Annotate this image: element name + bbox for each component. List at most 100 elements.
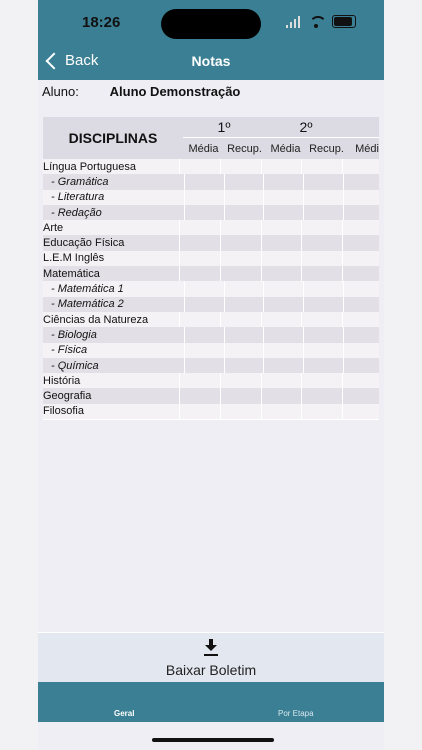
grade-cell <box>260 311 302 328</box>
table-row: Arte <box>43 220 379 236</box>
grade-cell <box>343 204 379 221</box>
grade-cell <box>263 204 303 221</box>
grade-cell <box>260 403 302 420</box>
grade-cell <box>303 327 343 343</box>
subject-name: Geografia <box>43 390 92 403</box>
grade-cell <box>178 235 220 251</box>
grade-cell <box>342 403 379 420</box>
subject-name: Educação Física <box>43 237 125 250</box>
grade-cell <box>219 220 261 236</box>
grade-cell <box>183 189 224 205</box>
subject-name: L.E.M Inglês <box>43 252 105 265</box>
table-row: Filosofia <box>43 403 379 420</box>
grade-cell <box>342 373 379 389</box>
subject-name: Arte <box>43 221 64 234</box>
subject-name: Língua Portuguesa <box>43 160 136 173</box>
grade-cell <box>219 235 261 251</box>
grades-table: DISCIPLINAS 1º 2º Média Recup. Média Rec… <box>43 117 379 420</box>
home-indicator <box>152 738 274 742</box>
grade-cell <box>260 220 302 236</box>
battery-icon <box>332 15 356 28</box>
grade-cell <box>263 342 303 358</box>
grade-cell <box>301 388 342 404</box>
grade-cell <box>342 311 379 328</box>
grade-cell <box>343 357 379 374</box>
grade-cell <box>223 204 264 221</box>
dynamic-island <box>161 9 261 39</box>
grade-cell <box>219 250 261 267</box>
grade-cell <box>301 159 342 175</box>
grade-cell <box>342 235 379 251</box>
grade-cell <box>342 266 379 282</box>
status-icons <box>286 15 356 28</box>
subject-name: - Matemática 1 <box>51 283 124 296</box>
grade-cell <box>219 266 261 282</box>
table-row: - Gramática <box>43 174 379 190</box>
subheader-media-2: Média <box>265 137 307 160</box>
subject-name: - Biologia <box>51 328 97 341</box>
table-row: Geografia <box>43 388 379 404</box>
subject-name: História <box>43 374 81 387</box>
table-row: L.E.M Inglês <box>43 250 379 267</box>
phone-screen: 18:26 Back Notas Aluno: Aluno Demonstraç… <box>38 0 384 750</box>
grade-cell <box>183 204 224 221</box>
table-row: - Biologia <box>43 327 379 343</box>
table-row: Matemática <box>43 266 379 282</box>
subject-name: - Física <box>51 344 88 357</box>
grade-cell <box>178 266 220 282</box>
navigation-bar: Back Notas <box>38 47 384 80</box>
grade-cell <box>219 403 261 420</box>
status-time: 18:26 <box>82 14 121 31</box>
table-row: - Matemática 2 <box>43 296 379 312</box>
table-row: - Química <box>43 357 379 374</box>
status-bar: 18:26 <box>38 0 384 47</box>
subject-name: - Redação <box>51 206 102 219</box>
subheader-media-1: Média <box>183 137 225 160</box>
table-row: Ciências da Natureza <box>43 311 379 328</box>
grade-cell <box>301 250 342 267</box>
tab-por-etapa[interactable]: Por Etapa <box>278 709 314 718</box>
grade-cell <box>223 296 264 312</box>
grade-cell <box>223 189 264 205</box>
grade-cell <box>219 159 261 175</box>
grade-cell <box>260 373 302 389</box>
table-row: - Física <box>43 342 379 358</box>
grade-cell <box>178 388 220 404</box>
table-row: Língua Portuguesa <box>43 159 379 175</box>
grade-cell <box>301 311 342 328</box>
grade-cell <box>303 281 343 297</box>
grade-cell <box>260 159 302 175</box>
grade-cell <box>219 373 261 389</box>
table-row: - Literatura <box>43 189 379 205</box>
grade-cell <box>301 220 342 236</box>
grade-cell <box>303 204 343 221</box>
grade-cell <box>343 189 379 205</box>
grade-cell <box>178 311 220 328</box>
grade-cell <box>303 174 343 190</box>
grade-cell <box>219 388 261 404</box>
disciplinas-header: DISCIPLINAS <box>43 117 184 159</box>
tab-geral[interactable]: Geral <box>114 709 134 718</box>
grade-cell <box>303 342 343 358</box>
grade-cell <box>301 373 342 389</box>
grade-cell <box>223 357 264 374</box>
grade-cell <box>178 250 220 267</box>
grade-cell <box>342 250 379 267</box>
grade-cell <box>178 403 220 420</box>
subject-name: Matemática <box>43 267 100 280</box>
grade-cell <box>301 266 342 282</box>
student-row: Aluno: Aluno Demonstração <box>42 84 240 99</box>
grade-cell <box>219 311 261 328</box>
download-report-button[interactable]: Baixar Boletim <box>38 632 384 683</box>
grade-cell <box>223 342 264 358</box>
grade-cell <box>343 281 379 297</box>
grade-cell <box>301 235 342 251</box>
grade-cell <box>223 281 264 297</box>
wifi-icon <box>308 15 327 28</box>
grade-cell <box>263 174 303 190</box>
grade-cell <box>342 220 379 236</box>
student-name: Aluno Demonstração <box>109 84 241 99</box>
grade-cell <box>342 159 379 175</box>
grade-cell <box>183 357 224 374</box>
subheader-media-3: Médi <box>347 137 379 160</box>
